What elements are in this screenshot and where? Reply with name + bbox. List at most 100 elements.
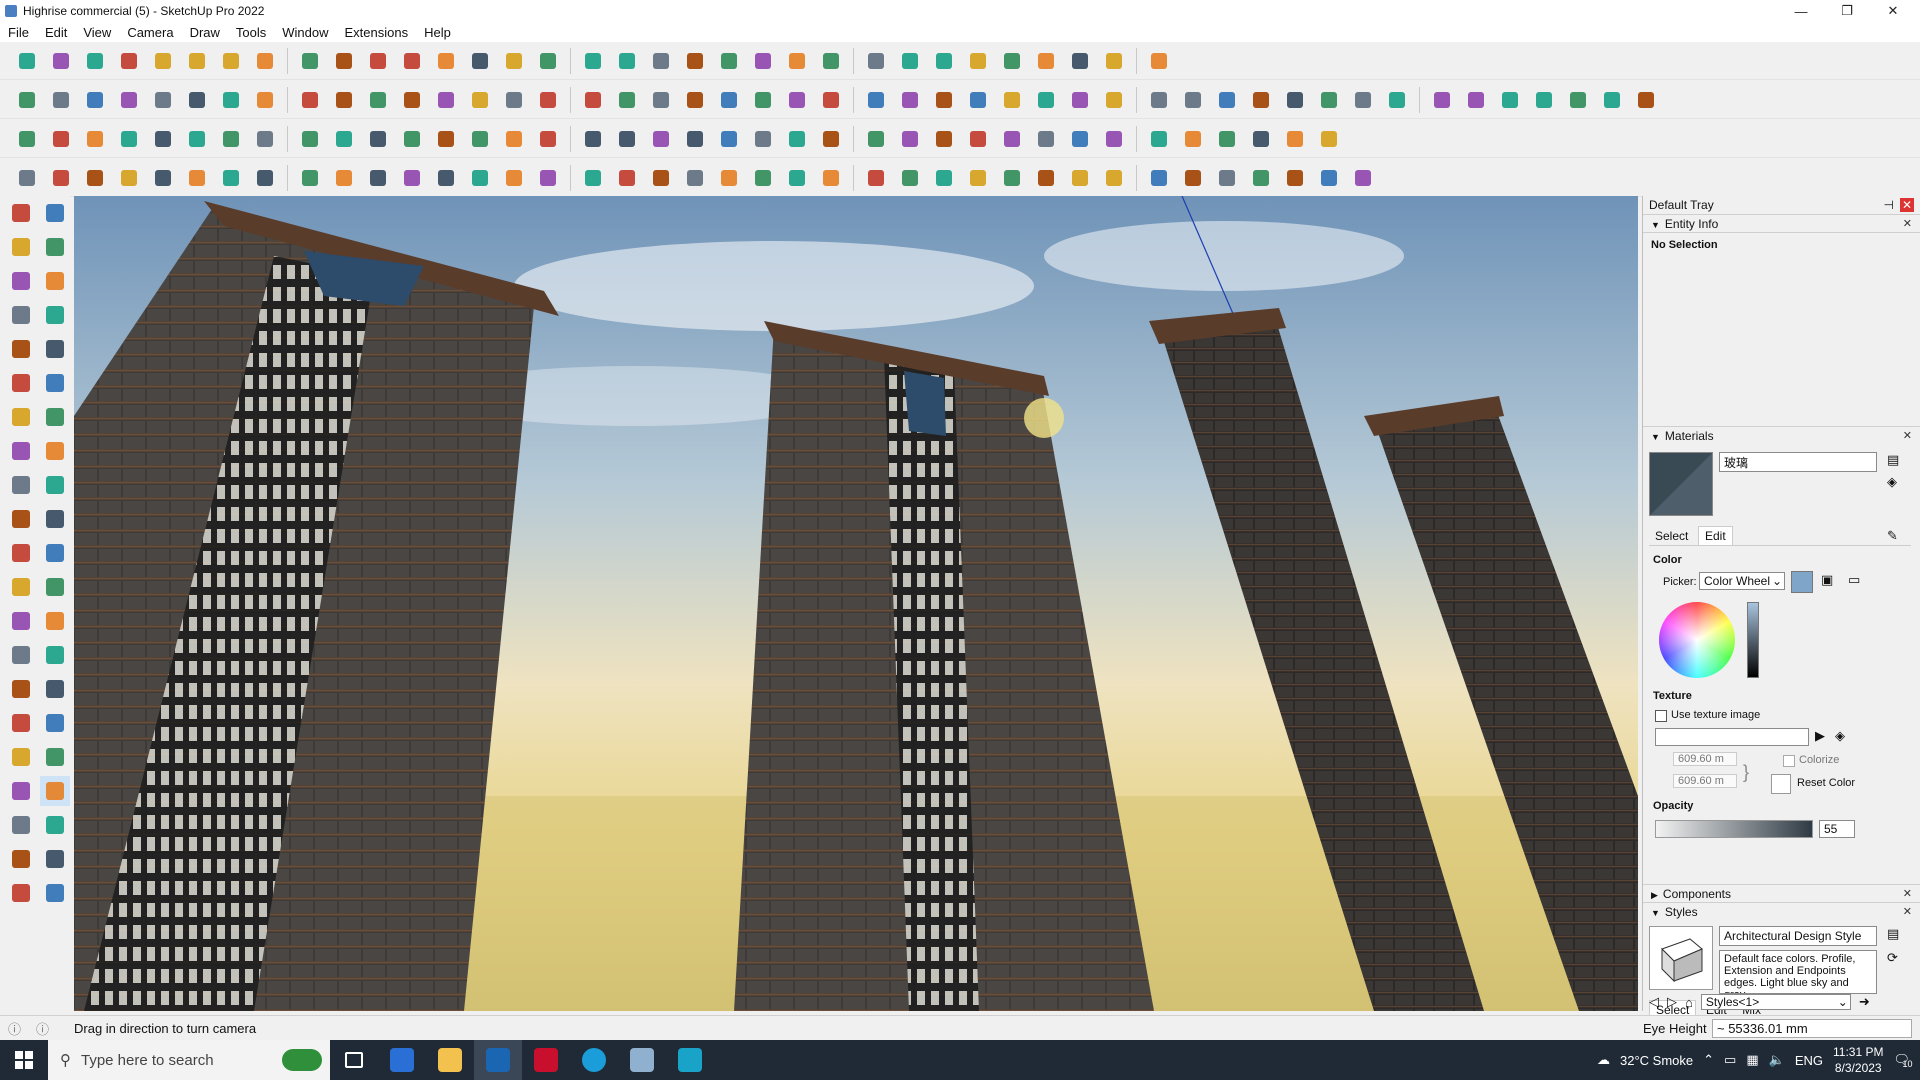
dimension-icon[interactable] (40, 572, 70, 602)
model-viewport[interactable] (74, 196, 1638, 1011)
picker-select[interactable]: Color Wheel ⌄ (1699, 572, 1785, 590)
link-icon[interactable] (363, 124, 393, 154)
diamond-grey-icon[interactable] (148, 124, 178, 154)
lasso-dashed-icon[interactable] (1280, 124, 1310, 154)
forward-icon[interactable]: ▷ (1667, 994, 1677, 1010)
entity-info-header[interactable]: ▼ Entity Info ✕ (1643, 214, 1920, 232)
eraser-icon[interactable] (40, 232, 70, 262)
minimize-button[interactable]: — (1778, 0, 1824, 22)
xray-icon[interactable] (216, 85, 246, 115)
acrobat-app[interactable] (522, 1040, 570, 1080)
close-panel-icon[interactable]: ✕ (1903, 887, 1912, 900)
solid-icon[interactable] (929, 85, 959, 115)
user-icon[interactable] (782, 46, 812, 76)
arc-icon[interactable] (431, 85, 461, 115)
sphere-icon[interactable] (1065, 124, 1095, 154)
trim-icon[interactable] (1099, 85, 1129, 115)
spline-icon[interactable] (1495, 85, 1525, 115)
undo-icon[interactable] (1065, 46, 1095, 76)
plus-green-icon[interactable] (533, 124, 563, 154)
crosshair-icon[interactable] (1246, 124, 1276, 154)
home-icon[interactable]: ⌂ (1685, 995, 1693, 1010)
grid-orange-icon[interactable] (1178, 124, 1208, 154)
group-icon[interactable] (963, 85, 993, 115)
pan-icon[interactable] (533, 46, 563, 76)
line-icon[interactable] (6, 300, 36, 330)
diamond-yellow-icon[interactable] (80, 124, 110, 154)
opacity-slider[interactable] (1655, 820, 1813, 838)
people-icon[interactable] (1099, 124, 1129, 154)
tab-select[interactable]: Select (1649, 527, 1694, 545)
diamond-blue-icon[interactable] (46, 124, 76, 154)
arrow-left-icon[interactable] (714, 163, 744, 193)
circle-icon[interactable] (1280, 85, 1310, 115)
browse-folder-icon[interactable]: ▶ (1815, 728, 1825, 744)
display-section-icon[interactable] (6, 844, 36, 874)
polygon-icon[interactable] (1348, 85, 1378, 115)
paint-icon[interactable] (465, 46, 495, 76)
lasso-icon[interactable] (148, 46, 178, 76)
outliner-icon[interactable] (714, 46, 744, 76)
material-name-field[interactable]: 玻璃 (1719, 452, 1877, 472)
follow-me-icon[interactable] (250, 46, 280, 76)
move-green-icon[interactable] (533, 85, 563, 115)
3d-text-icon[interactable] (40, 640, 70, 670)
edge-app[interactable] (570, 1040, 618, 1080)
position-camera-icon[interactable] (6, 776, 36, 806)
stack-icon[interactable] (748, 163, 778, 193)
section-cuts-icon[interactable] (40, 844, 70, 874)
two-point-arc-icon[interactable] (40, 402, 70, 432)
cog-icon[interactable] (1246, 163, 1276, 193)
tape-measure-icon[interactable] (6, 572, 36, 602)
texture-path-field[interactable] (1655, 728, 1809, 746)
sample-paint-icon[interactable]: ✎ (1887, 528, 1898, 544)
orbit-icon[interactable] (499, 46, 529, 76)
wireframe-icon[interactable] (250, 85, 280, 115)
coil-icon[interactable] (216, 163, 246, 193)
file-explorer-app[interactable] (426, 1040, 474, 1080)
door-2-icon[interactable] (1031, 163, 1061, 193)
bezier-icon[interactable] (1461, 85, 1491, 115)
bracket-icon[interactable] (431, 124, 461, 154)
ruby-icon[interactable] (1144, 46, 1174, 76)
rotate-3d-icon[interactable] (1427, 85, 1457, 115)
monochrome-icon[interactable] (397, 85, 427, 115)
calculator-app[interactable] (378, 1040, 426, 1080)
language-indicator[interactable]: ENG (1795, 1053, 1823, 1068)
section-planes-icon[interactable] (40, 878, 70, 908)
sketchup-layout-app[interactable] (666, 1040, 714, 1080)
chevron-up-icon[interactable]: ⌃ (1703, 1052, 1714, 1068)
scale-z-icon[interactable] (646, 85, 676, 115)
select-icon[interactable] (6, 198, 36, 228)
paint-bucket-icon[interactable] (182, 46, 212, 76)
notifications-icon[interactable]: 🗨 10 (1893, 1052, 1912, 1069)
text-icon[interactable] (431, 46, 461, 76)
back-view-icon[interactable] (148, 85, 178, 115)
barn-icon[interactable] (895, 85, 925, 115)
clock[interactable]: 11:31 PM 8/3/2023 (1833, 1044, 1883, 1076)
style-thumbnail[interactable] (1649, 926, 1713, 990)
zoom-window-icon[interactable] (40, 708, 70, 738)
section-fill-icon[interactable] (6, 878, 36, 908)
eraser-icon[interactable] (80, 46, 110, 76)
components-header[interactable]: ▶ Components ✕ (1643, 884, 1920, 902)
tape-measure-icon[interactable] (397, 46, 427, 76)
menu-view[interactable]: View (75, 25, 119, 40)
axes-icon[interactable] (6, 640, 36, 670)
scale-icon[interactable] (6, 538, 36, 568)
ellipse-icon[interactable] (1314, 85, 1344, 115)
spline-tool-icon[interactable] (12, 163, 42, 193)
plus-red-icon[interactable] (499, 124, 529, 154)
split-icon[interactable] (1144, 85, 1174, 115)
mirror-icon[interactable] (963, 46, 993, 76)
close-panel-icon[interactable]: ✕ (1903, 217, 1912, 230)
close-tray-icon[interactable]: ✕ (1899, 198, 1914, 212)
menu-tools[interactable]: Tools (228, 25, 274, 40)
section-icon[interactable] (646, 46, 676, 76)
spiral-2-icon[interactable] (748, 124, 778, 154)
menu-extensions[interactable]: Extensions (337, 25, 417, 40)
sandbox-icon[interactable] (895, 46, 925, 76)
comb-icon[interactable] (578, 163, 608, 193)
zoom-window-icon[interactable] (612, 46, 642, 76)
credits-icon[interactable]: ⓘ (36, 1019, 49, 1038)
